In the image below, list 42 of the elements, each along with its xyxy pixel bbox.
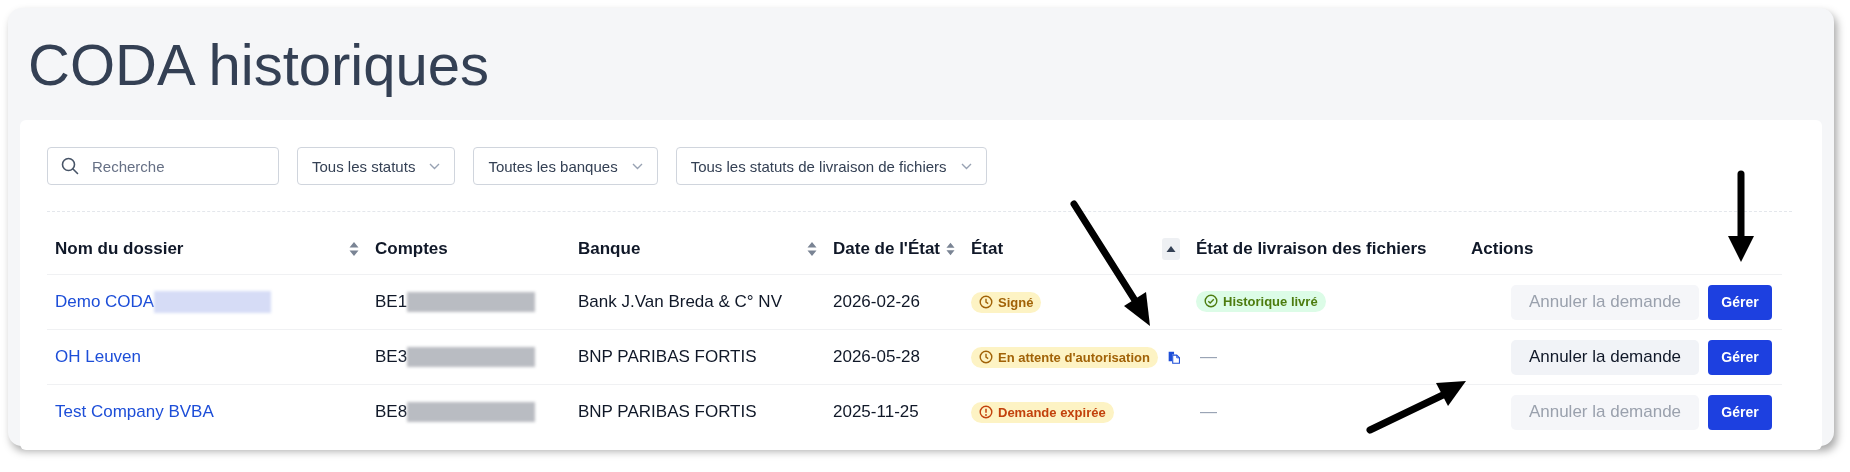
table-cell: BE8	[375, 402, 408, 422]
filter-dropdown[interactable]: Tous les statuts de livraison de fichiers	[675, 147, 987, 185]
status-badge: En attente d'autorisation	[971, 346, 1158, 368]
chevron-down-icon	[429, 162, 441, 170]
empty-dash: —	[1199, 402, 1217, 421]
table-cell: BE3	[375, 347, 408, 367]
search-field[interactable]: Recherche	[47, 147, 279, 185]
column-header: Nom du dossier	[55, 239, 184, 259]
filter-dropdown[interactable]: Toutes les banques	[473, 147, 658, 185]
column-header: État	[971, 239, 1004, 259]
manage-button[interactable]: Gérer	[1708, 394, 1772, 430]
dossier-link[interactable]: OH Leuven	[55, 347, 141, 367]
manage-button[interactable]: Gérer	[1708, 339, 1772, 375]
empty-dash: —	[1199, 347, 1217, 366]
column-header: Date de l'État	[833, 239, 940, 259]
delivery-badge: Historique livré	[1196, 290, 1326, 312]
chevron-down-icon	[631, 162, 643, 170]
cancel-request-button[interactable]: Annuler la demande	[1511, 339, 1699, 375]
table-cell: BE1	[375, 292, 408, 312]
column-header: Actions	[1471, 239, 1534, 259]
sort-icon[interactable]	[946, 241, 955, 257]
table-cell: 2025-11-25	[833, 402, 919, 421]
column-header: Comptes	[375, 239, 448, 259]
table-cell: BNP PARIBAS FORTIS	[578, 347, 757, 366]
column-header: Banque	[578, 239, 641, 259]
table-cell: Bank J.Van Breda & C° NV	[578, 292, 782, 311]
status-badge: Signé	[971, 291, 1042, 313]
table-cell: 2026-02-26	[833, 292, 920, 311]
filter-dropdown[interactable]: Tous les statuts	[297, 147, 456, 185]
page-title: CODA historiques	[28, 31, 490, 99]
search-icon	[61, 157, 79, 175]
table-cell: BNP PARIBAS FORTIS	[578, 402, 757, 421]
sort-icon[interactable]	[807, 241, 817, 257]
table-cell: 2026-05-28	[833, 347, 920, 366]
status-badge: Demande expirée	[971, 401, 1114, 423]
dossier-link[interactable]: Demo CODA	[55, 292, 155, 312]
manage-button[interactable]: Gérer	[1708, 284, 1772, 320]
sort-ascending-icon[interactable]	[1162, 238, 1180, 260]
column-header: État de livraison des fichiers	[1196, 239, 1427, 259]
sort-icon[interactable]	[349, 241, 359, 257]
chevron-down-icon	[960, 162, 972, 170]
dossier-link[interactable]: Test Company BVBA	[55, 402, 214, 422]
